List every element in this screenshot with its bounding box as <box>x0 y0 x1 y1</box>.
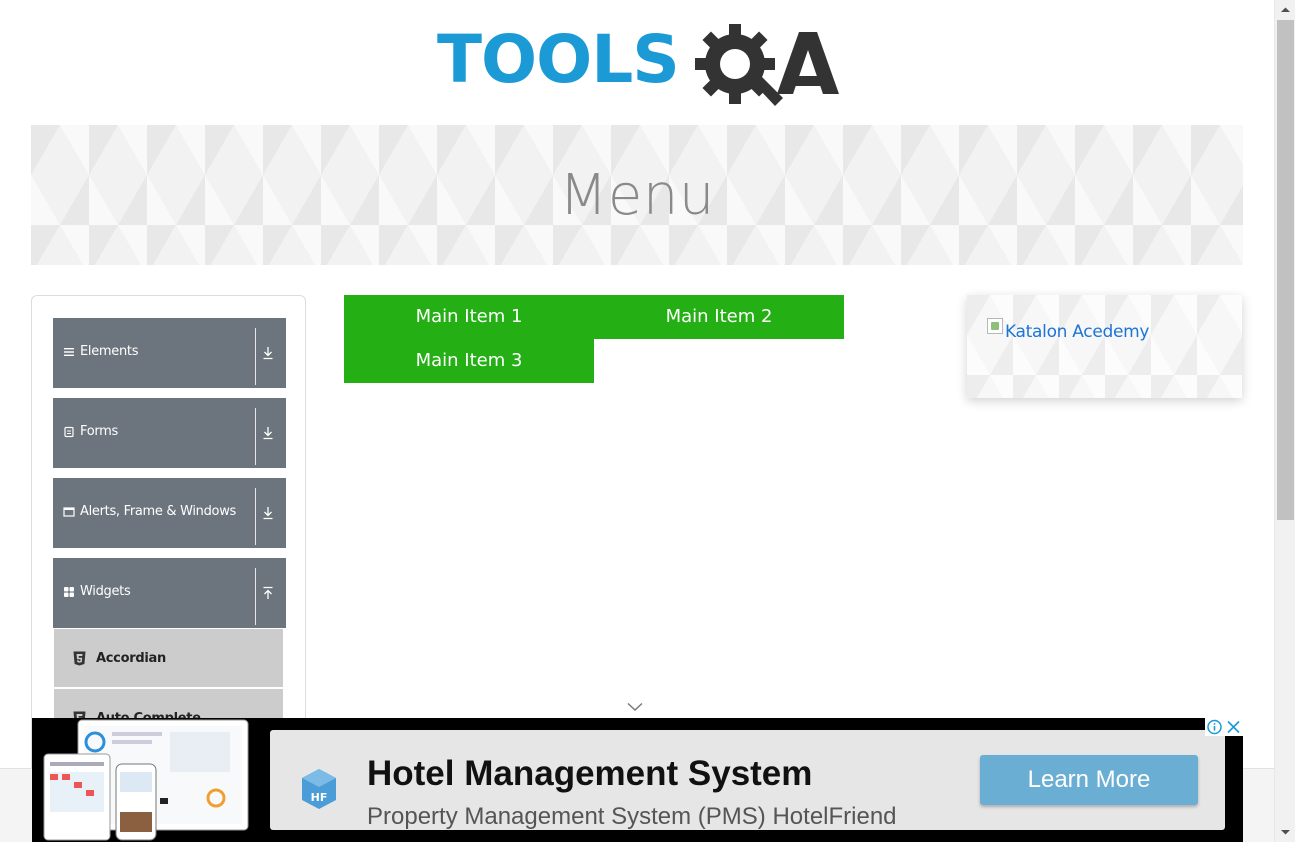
grid-icon <box>64 587 74 597</box>
scroll-down-arrow-icon[interactable] <box>1275 822 1295 842</box>
vertical-scrollbar[interactable] <box>1274 0 1295 842</box>
group-divider <box>255 568 256 625</box>
devices-mockup-icon <box>43 719 249 841</box>
left-sidebar[interactable]: Elements Forms Alerts, Frame & Windows W… <box>31 295 306 775</box>
sidebar-group-label: Forms <box>80 424 119 439</box>
group-divider <box>255 328 256 385</box>
ad-card[interactable]: HF Hotel Management System Property Mana… <box>270 730 1225 830</box>
ad-title[interactable]: Hotel Management System <box>367 754 812 794</box>
adchoices-info-icon[interactable] <box>1205 718 1224 736</box>
katalon-ad-link[interactable]: Katalon Acedemy <box>1005 322 1149 342</box>
download-arrow-icon[interactable] <box>262 346 274 360</box>
menu-main-item-2[interactable]: Main Item 2 <box>594 295 844 339</box>
sidebar-item-label: Accordian <box>96 651 166 666</box>
menu-main-item-1[interactable]: Main Item 1 <box>344 295 594 339</box>
scrollbar-thumb[interactable] <box>1277 20 1294 520</box>
menu-main-item-3[interactable]: Main Item 3 <box>344 339 594 383</box>
group-divider <box>255 408 256 465</box>
window-icon <box>63 507 75 517</box>
html5-icon <box>73 651 86 666</box>
gear-logo-icon <box>695 24 783 106</box>
ad-subtitle[interactable]: Property Management System (PMS) HotelFr… <box>367 803 897 831</box>
download-arrow-icon[interactable] <box>262 506 274 520</box>
form-icon <box>64 426 74 438</box>
sidebar-group-alerts[interactable]: Alerts, Frame & Windows <box>53 478 286 548</box>
page-viewport: TOOLS Menu Elements Forms Alerts, Frame … <box>0 0 1274 842</box>
close-icon[interactable] <box>1224 718 1243 736</box>
logo-letter-a-icon <box>777 32 839 94</box>
logo-word: TOOLS <box>437 21 680 98</box>
hf-logo-icon: HF <box>302 769 336 809</box>
upload-arrow-icon[interactable] <box>262 586 274 600</box>
page-title: Menu <box>559 163 715 228</box>
sidebar-group-label: Elements <box>80 344 139 359</box>
page-banner: Menu <box>31 125 1243 265</box>
chevron-down-icon[interactable] <box>627 702 643 712</box>
scroll-up-arrow-icon[interactable] <box>1275 0 1295 20</box>
sidebar-group-label: Alerts, Frame & Windows <box>80 504 237 519</box>
right-ad-panel[interactable]: Katalon Acedemy <box>967 295 1242 398</box>
sidebar-group-label: Widgets <box>80 584 131 599</box>
hf-logo-letters: HF <box>311 791 328 804</box>
toolsqa-logo[interactable]: TOOLS <box>437 20 842 112</box>
sidebar-group-forms[interactable]: Forms <box>53 398 286 468</box>
sidebar-item-accordian[interactable]: Accordian <box>54 629 283 687</box>
bottom-ad-banner[interactable]: HF Hotel Management System Property Mana… <box>32 718 1243 842</box>
download-arrow-icon[interactable] <box>262 426 274 440</box>
hamburger-icon <box>64 348 74 356</box>
sidebar-group-elements[interactable]: Elements <box>53 318 286 388</box>
group-divider <box>255 488 256 545</box>
learn-more-button[interactable]: Learn More <box>980 755 1198 805</box>
broken-image-icon <box>987 318 1003 334</box>
sidebar-group-widgets[interactable]: Widgets <box>53 558 286 628</box>
